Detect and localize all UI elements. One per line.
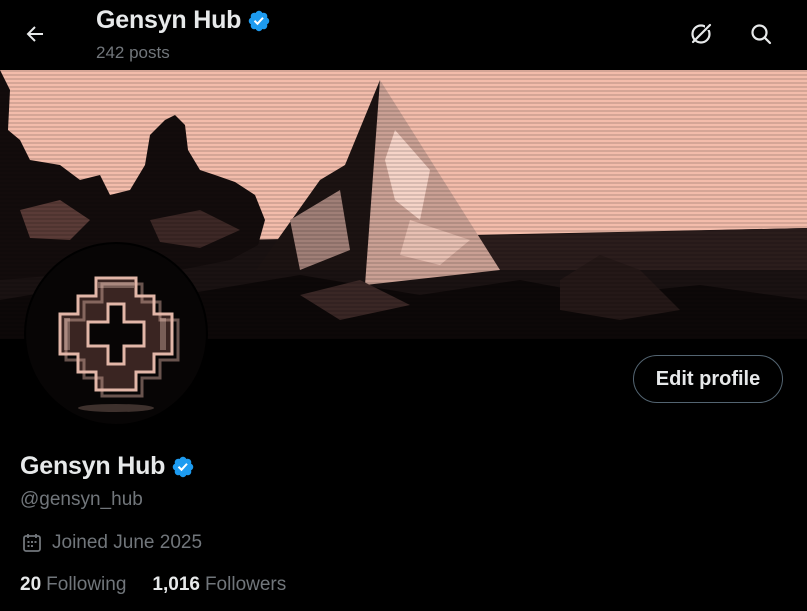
header-title: Gensyn Hub [96,6,242,34]
joined-text: Joined June 2025 [52,532,203,553]
followers-label: Followers [204,574,287,595]
posts-count: 242 posts [96,43,170,62]
edit-profile-button[interactable]: Edit profile [633,355,783,403]
following-link[interactable]: 20 Following [20,574,126,596]
back-button[interactable] [16,15,54,53]
following-label: Following [46,574,127,595]
verified-badge-icon [247,9,271,33]
followers-count: 1,016 [152,574,200,595]
search-icon [751,24,772,45]
following-count: 20 [20,574,42,595]
display-name: Gensyn Hub [20,452,166,480]
header-title-group: Gensyn Hub [96,6,271,35]
followers-link[interactable]: 1,016 Followers [152,574,286,596]
grok-icon [691,23,712,44]
verified-badge-icon[interactable] [171,455,195,479]
profile-stats: 20 Following 1,016 Followers [20,574,312,596]
search-button[interactable] [742,15,780,53]
arrow-left-icon [26,26,43,42]
grok-button[interactable] [682,15,720,53]
gensyn-logo-avatar [26,244,206,424]
calendar-icon [21,532,43,554]
joined-date: Joined June 2025 [21,532,202,554]
profile-handle: @gensyn_hub [20,489,143,510]
profile-header: Gensyn Hub 242 posts [0,0,807,70]
profile-name-group: Gensyn Hub [20,452,195,481]
avatar[interactable] [24,242,208,426]
